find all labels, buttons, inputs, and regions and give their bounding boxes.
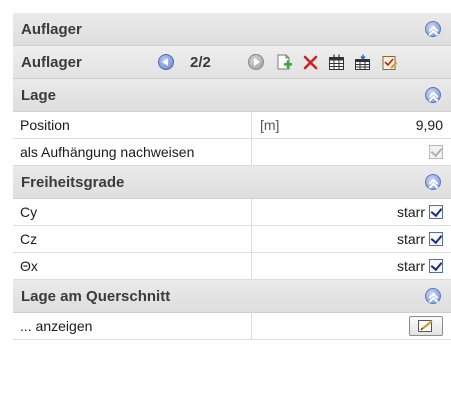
section-lage[interactable]: Lage	[13, 79, 451, 112]
section-lage-querschnitt[interactable]: Lage am Querschnitt	[13, 280, 451, 313]
property-label: Cy	[13, 199, 252, 225]
edit-button[interactable]	[409, 316, 443, 336]
section-title: Lage am Querschnitt	[21, 287, 171, 305]
section-freiheitsgrade[interactable]: Freiheitsgrade	[13, 166, 451, 199]
delete-x-icon[interactable]	[302, 54, 319, 71]
edit-pencil-icon	[418, 320, 433, 332]
property-panel: Auflager Auflager 2/2 Lage Position [m] …	[13, 13, 451, 410]
property-label: Cz	[13, 226, 252, 252]
section-auflager[interactable]: Auflager	[13, 13, 451, 46]
property-row-position: Position [m] 9,90	[13, 112, 451, 139]
section-title: Auflager	[21, 20, 82, 38]
property-label: als Aufhängung nachweisen	[13, 139, 252, 165]
theta-x-checkbox[interactable]	[429, 259, 443, 273]
dof-value: starr	[397, 204, 425, 220]
property-label: Position	[13, 112, 252, 138]
property-row-aufhaengung: als Aufhängung nachweisen	[13, 139, 451, 166]
section-title: Freiheitsgrade	[21, 173, 125, 191]
dof-value: starr	[397, 258, 425, 274]
item-counter: 2/2	[190, 54, 211, 71]
collapse-icon[interactable]	[425, 288, 441, 304]
collapse-icon[interactable]	[425, 21, 441, 37]
cz-checkbox[interactable]	[429, 232, 443, 246]
next-arrow-icon[interactable]	[248, 54, 264, 70]
collapse-icon[interactable]	[425, 174, 441, 190]
property-label: Θx	[13, 253, 252, 279]
table-import-icon[interactable]	[354, 54, 371, 71]
position-value[interactable]: 9,90	[416, 117, 443, 133]
unit-label: [m]	[260, 117, 280, 133]
previous-arrow-icon[interactable]	[158, 54, 174, 70]
position-value-cell[interactable]: [m] 9,90	[252, 112, 451, 138]
aufhaengung-checkbox	[429, 145, 443, 159]
property-row-cy: Cy starr	[13, 199, 451, 226]
toolbar-label: Auflager	[21, 53, 82, 71]
collapse-icon[interactable]	[425, 87, 441, 103]
property-row-theta-x: Θx starr	[13, 253, 451, 280]
section-title: Lage	[21, 86, 57, 104]
property-row-anzeigen: ... anzeigen	[13, 313, 451, 340]
edit-check-icon[interactable]	[381, 54, 398, 71]
property-label: ... anzeigen	[13, 313, 252, 339]
property-row-cz: Cz starr	[13, 226, 451, 253]
dof-value: starr	[397, 231, 425, 247]
cy-checkbox[interactable]	[429, 205, 443, 219]
table-icon[interactable]	[328, 54, 345, 71]
auflager-toolbar: Auflager 2/2	[13, 46, 451, 79]
add-document-icon[interactable]	[276, 54, 293, 71]
